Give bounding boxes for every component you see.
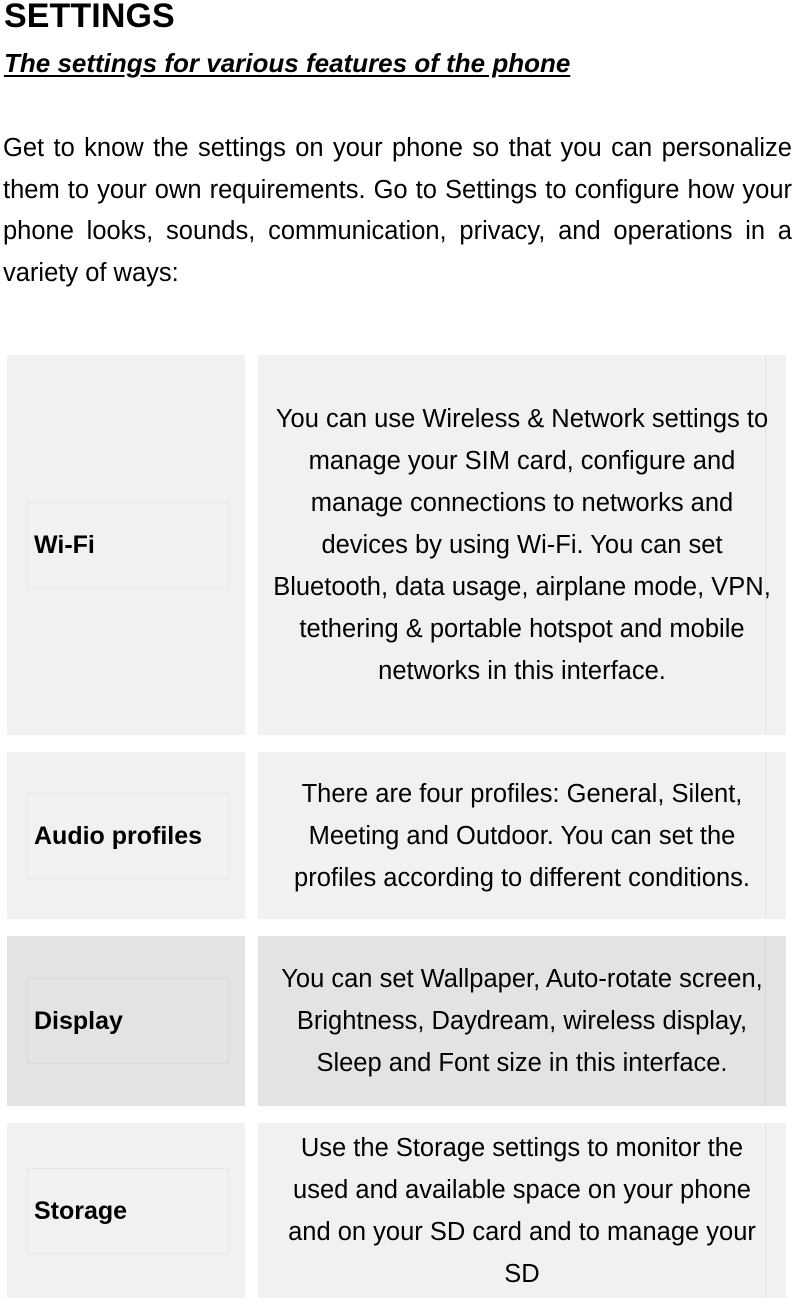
- setting-name: Wi-Fi: [34, 531, 95, 559]
- table-cell-label: Wi-Fi: [7, 355, 245, 735]
- setting-description: You can set Wallpaper, Auto-rotate scree…: [281, 965, 763, 1077]
- table-cell-label: Audio profiles: [7, 752, 245, 919]
- setting-description: There are four profiles: General, Silent…: [294, 779, 750, 892]
- table-cell-description: Use the Storage settings to monitor the …: [258, 1123, 786, 1298]
- settings-table: Wi-Fi You can use Wireless & Network set…: [0, 355, 793, 1315]
- intro-paragraph: Get to know the settings on your phone s…: [3, 134, 792, 287]
- document-page: SETTINGS The settings for various featur…: [0, 0, 793, 1298]
- setting-name: Audio profiles: [34, 821, 203, 850]
- setting-name: Display: [34, 1007, 123, 1035]
- setting-description: Use the Storage settings to monitor the …: [288, 1133, 756, 1288]
- table-row: Storage Use the Storage settings to moni…: [0, 1123, 793, 1298]
- table-cell-description: You can set Wallpaper, Auto-rotate scree…: [258, 936, 786, 1106]
- setting-name: Storage: [34, 1196, 128, 1225]
- table-row: Display You can set Wallpaper, Auto-rota…: [0, 936, 793, 1106]
- setting-description: You can use Wireless & Network settings …: [273, 405, 771, 685]
- table-cell-label: Display: [7, 936, 245, 1106]
- table-cell-description: You can use Wireless & Network settings …: [258, 355, 786, 735]
- table-cell-label: Storage: [7, 1123, 245, 1298]
- table-cell-description: There are four profiles: General, Silent…: [258, 752, 786, 919]
- table-row: Audio profiles There are four profiles: …: [0, 752, 793, 919]
- table-row: Wi-Fi You can use Wireless & Network set…: [0, 355, 793, 735]
- page-title: SETTINGS: [4, 0, 175, 35]
- page-subtitle: The settings for various features of the…: [4, 48, 571, 78]
